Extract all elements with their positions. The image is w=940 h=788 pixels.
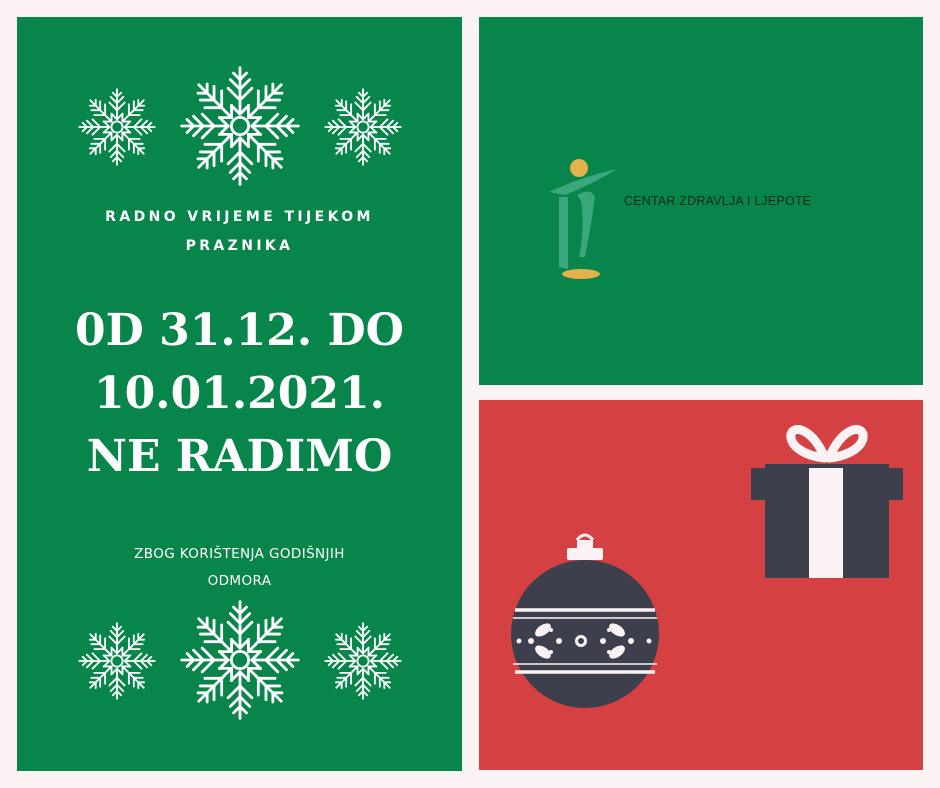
note-line: ODMORA bbox=[207, 573, 272, 589]
decor-panel bbox=[479, 400, 923, 770]
logo-panel: CENTAR ZDRAVLJA I LJEPOTE bbox=[479, 17, 923, 385]
snowflake-icon bbox=[77, 87, 157, 167]
logo-text: CENTAR ZDRAVLJA I LJEPOTE bbox=[624, 194, 812, 208]
reason-note: ZBOG KORIŠTENJA GODIŠNJIH ODMORA bbox=[17, 541, 462, 595]
christmas-ornament-icon bbox=[511, 533, 659, 708]
subtitle-line: RADNO VRIJEME TIJEKOM bbox=[105, 209, 374, 225]
headline-line: 0D 31.12. DO bbox=[75, 305, 404, 356]
headline-line: NE RADIMO bbox=[86, 431, 393, 482]
subtitle: RADNO VRIJEME TIJEKOM PRAZNIKA bbox=[17, 203, 462, 261]
subtitle-line: PRAZNIKA bbox=[185, 238, 294, 254]
snowflake-icon bbox=[178, 598, 302, 722]
snowflake-icon bbox=[323, 87, 403, 167]
snowflake-icon bbox=[178, 64, 302, 188]
logo-figure-icon bbox=[549, 159, 617, 279]
headline-line: 10.01.2021. bbox=[94, 368, 385, 419]
notice-panel: RADNO VRIJEME TIJEKOM PRAZNIKA 0D 31.12.… bbox=[17, 17, 462, 771]
snowflake-icon bbox=[77, 621, 157, 701]
note-line: ZBOG KORIŠTENJA GODIŠNJIH bbox=[134, 546, 345, 562]
snowflake-icon bbox=[323, 621, 403, 701]
headline: 0D 31.12. DO 10.01.2021. NE RADIMO bbox=[17, 299, 462, 488]
gift-box-icon bbox=[751, 425, 903, 578]
